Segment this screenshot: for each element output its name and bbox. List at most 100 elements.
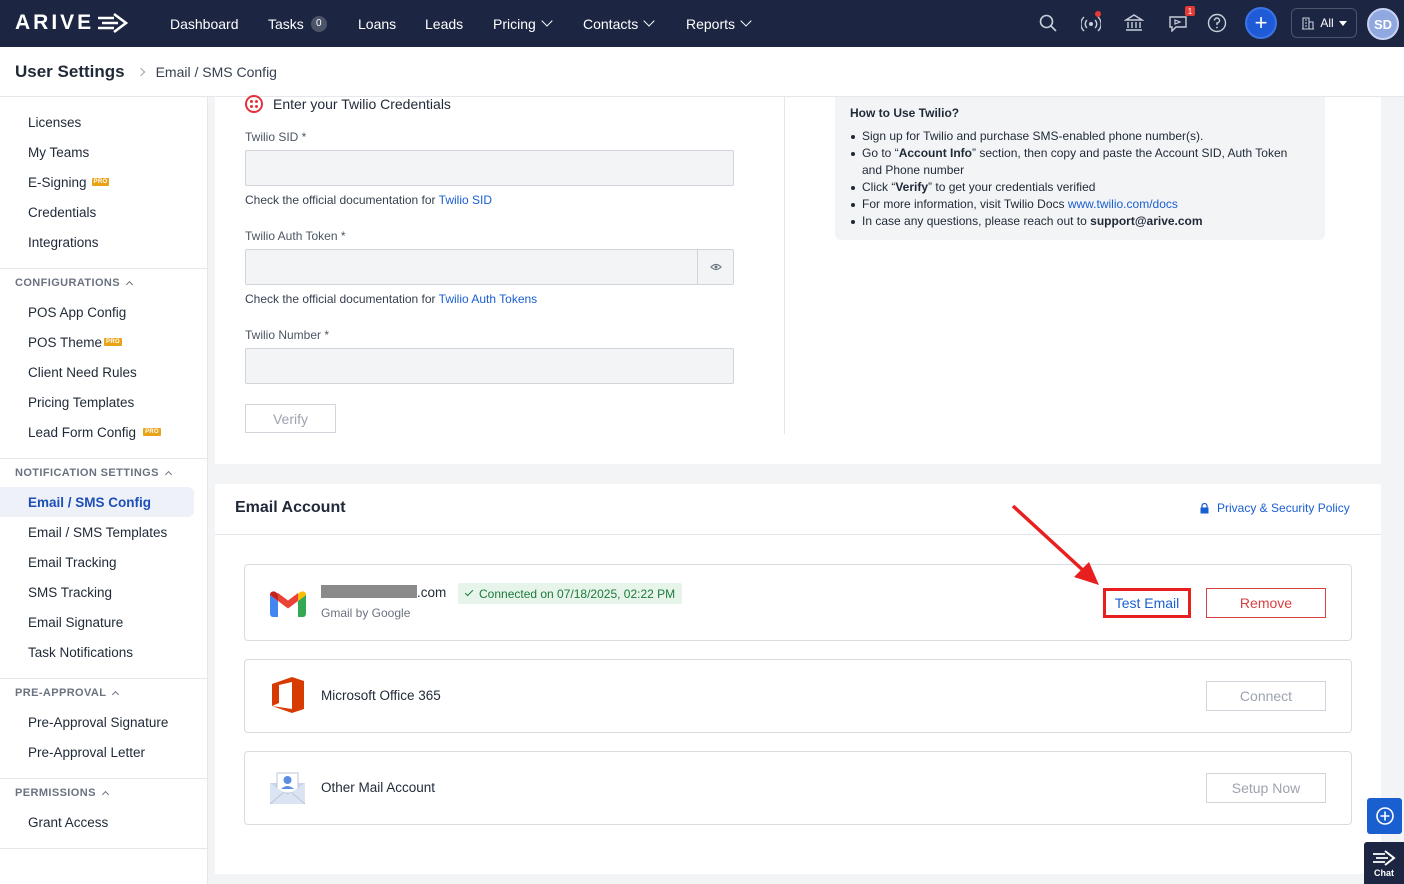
broadcast-icon[interactable] — [1080, 11, 1102, 34]
building-icon — [1302, 17, 1315, 30]
sidebar-item-e-signing[interactable]: E-Signing PRO — [28, 172, 110, 192]
divider — [0, 678, 208, 679]
campaign-icon[interactable]: 1 — [1167, 6, 1195, 34]
nav-loans[interactable]: Loans — [358, 0, 396, 47]
help-text: Check the official documentation for — [245, 193, 439, 207]
nav-reports[interactable]: Reports — [686, 0, 752, 47]
twilio-sid-doc-link[interactable]: Twilio SID — [439, 193, 492, 207]
check-icon — [464, 587, 474, 597]
twilio-token-help: Check the official documentation for Twi… — [245, 292, 537, 306]
show-password-button[interactable] — [697, 250, 733, 284]
pro-badge: PRO — [104, 338, 122, 346]
sidebar-item-pre-approval-signature[interactable]: Pre-Approval Signature — [28, 712, 168, 732]
section-pre-approval[interactable]: PRE-APPROVAL — [15, 687, 120, 699]
sidebar-item-email-tracking[interactable]: Email Tracking — [28, 552, 117, 572]
sidebar-item-credentials[interactable]: Credentials — [28, 202, 96, 222]
nav-contacts[interactable]: Contacts — [583, 0, 655, 47]
sidebar-item-lead-form-config[interactable]: Lead Form Config PRO — [28, 422, 161, 442]
sidebar-item-label: Client Need Rules — [28, 364, 137, 380]
help-icon[interactable] — [1206, 12, 1228, 34]
twilio-token-label: Twilio Auth Token * — [245, 229, 346, 243]
howto-text: In case any questions, please reach out … — [862, 214, 1091, 228]
sidebar-item-sms-tracking[interactable]: SMS Tracking — [28, 582, 112, 602]
chevron-down-icon — [740, 15, 752, 27]
divider — [0, 848, 208, 849]
other-mail-name: Other Mail Account — [321, 780, 436, 795]
avatar[interactable]: SD — [1367, 8, 1399, 40]
verify-button[interactable]: Verify — [245, 404, 336, 433]
howto-text: For more information, visit Twilio Docs — [862, 197, 1068, 211]
campaign-badge: 1 — [1185, 6, 1195, 16]
sidebar-item-my-teams[interactable]: My Teams — [28, 142, 89, 162]
scope-select[interactable]: All — [1291, 8, 1357, 38]
sidebar-item-pre-approval-letter[interactable]: Pre-Approval Letter — [28, 742, 145, 762]
howto-bold: Account Info — [898, 146, 973, 160]
divider — [0, 268, 208, 269]
pro-badge: PRO — [91, 178, 110, 186]
twilio-heading-text: Enter your Twilio Credentials — [273, 96, 451, 112]
twilio-heading: Enter your Twilio Credentials — [245, 95, 451, 113]
twilio-docs-link[interactable]: www.twilio.com/docs — [1068, 197, 1178, 211]
twilio-number-input[interactable] — [245, 348, 734, 384]
plus-icon: + — [1254, 10, 1268, 35]
nav-pricing[interactable]: Pricing — [493, 0, 553, 47]
section-configurations[interactable]: CONFIGURATIONS — [15, 277, 134, 289]
list-item: In case any questions, please reach out … — [851, 213, 1310, 230]
quick-add-button[interactable]: + — [1245, 7, 1277, 39]
help-text: Check the official documentation for — [245, 292, 439, 306]
floating-add-button[interactable] — [1367, 798, 1402, 834]
nav-leads[interactable]: Leads — [425, 0, 463, 47]
divider — [0, 458, 208, 459]
nav-dashboard[interactable]: Dashboard — [170, 0, 239, 47]
redacted-email — [321, 585, 417, 598]
chat-label: Chat — [1374, 868, 1394, 878]
nav-tasks-label: Tasks — [268, 15, 304, 32]
sidebar-item-label: POS Theme — [28, 334, 103, 350]
lock-icon — [1200, 502, 1209, 513]
chat-button[interactable]: Chat — [1364, 842, 1404, 884]
privacy-policy-link[interactable]: Privacy & Security Policy — [1200, 501, 1350, 515]
sidebar-item-email-sms-templates[interactable]: Email / SMS Templates — [28, 522, 167, 542]
nav-leads-label: Leads — [425, 15, 464, 32]
twilio-sid-input[interactable] — [245, 150, 734, 186]
twilio-number-label: Twilio Number * — [245, 328, 330, 342]
sidebar-item-label: Credentials — [28, 204, 97, 220]
sidebar-item-integrations[interactable]: Integrations — [28, 232, 99, 252]
twilio-token-doc-link[interactable]: Twilio Auth Tokens — [439, 292, 538, 306]
section-label: CONFIGURATIONS — [15, 277, 121, 289]
sidebar-item-client-need-rules[interactable]: Client Need Rules — [28, 362, 137, 382]
email-account-title: Email Account — [235, 499, 346, 516]
arive-logo[interactable]: ARIVE — [15, 11, 130, 35]
nav-tasks[interactable]: Tasks 0 — [268, 0, 327, 47]
sidebar-item-label: Email Tracking — [28, 554, 117, 570]
sidebar-item-grant-access[interactable]: Grant Access — [28, 812, 108, 832]
sidebar-item-licenses[interactable]: Licenses — [28, 112, 81, 132]
section-permissions[interactable]: PERMISSIONS — [15, 787, 109, 799]
status-badge: Connected on 07/18/2025, 02:22 PM — [458, 583, 683, 604]
nav-dashboard-label: Dashboard — [170, 15, 239, 32]
list-item: Sign up for Twilio and purchase SMS-enab… — [851, 128, 1310, 145]
sidebar-item-email-sms-config[interactable]: Email / SMS Config — [28, 492, 151, 512]
howto-title: How to Use Twilio? — [850, 106, 960, 120]
settings-sidebar: Licenses My Teams E-Signing PRO Credentia… — [0, 97, 208, 884]
setup-now-button[interactable]: Setup Now — [1206, 773, 1326, 803]
sidebar-item-label: Integrations — [28, 234, 99, 250]
twilio-token-input[interactable] — [245, 249, 734, 285]
sidebar-item-pos-theme[interactable]: POS Theme PRO — [28, 332, 122, 352]
connect-office365-button[interactable]: Connect — [1206, 681, 1326, 711]
test-email-button[interactable]: Test Email — [1103, 588, 1191, 618]
sidebar-item-pos-app-config[interactable]: POS App Config — [28, 302, 126, 322]
tasks-count-badge: 0 — [310, 15, 327, 32]
sidebar-item-pricing-templates[interactable]: Pricing Templates — [28, 392, 134, 412]
sidebar-item-label: SMS Tracking — [28, 584, 113, 600]
sidebar-item-email-signature[interactable]: Email Signature — [28, 612, 123, 632]
remove-button[interactable]: Remove — [1206, 588, 1326, 618]
chevron-up-icon — [164, 470, 172, 479]
search-icon[interactable] — [1037, 12, 1059, 34]
breadcrumb: Email / SMS Config — [155, 63, 277, 80]
bank-icon[interactable] — [1123, 12, 1145, 34]
section-notification-settings[interactable]: NOTIFICATION SETTINGS — [15, 467, 172, 479]
notification-dot — [1095, 11, 1101, 17]
sidebar-item-label: Grant Access — [28, 814, 109, 830]
sidebar-item-task-notifications[interactable]: Task Notifications — [28, 642, 133, 662]
